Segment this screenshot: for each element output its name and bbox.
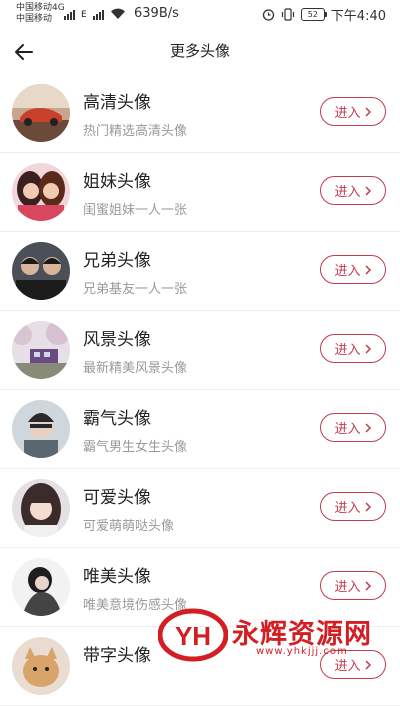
enter-button[interactable]: 进入 — [320, 176, 386, 205]
chevron-right-icon — [364, 264, 371, 275]
item-title: 可爱头像 — [83, 488, 151, 508]
signal-icon-2 — [92, 10, 104, 20]
list-item[interactable]: 高清头像 热门精选高清头像 进入 — [0, 74, 400, 153]
cool-avatar — [12, 400, 70, 458]
signal-group: E — [64, 6, 126, 20]
enter-button[interactable]: 进入 — [320, 97, 386, 126]
carrier-info: 中国移动4G 中国移动 — [16, 3, 65, 25]
svg-text:YH: YH — [175, 621, 211, 651]
carrier-1: 中国移动4G — [16, 3, 65, 13]
car-avatar — [12, 84, 70, 142]
page-title: 更多头像 — [169, 42, 230, 60]
sisters-avatar — [12, 163, 70, 221]
enter-button-label: 进入 — [334, 185, 361, 200]
list-item[interactable]: 霸气头像 霸气男生女生头像 进入 — [0, 390, 400, 469]
data-letter: E — [81, 10, 87, 20]
brothers-avatar — [12, 242, 70, 300]
item-title: 兄弟头像 — [83, 251, 151, 271]
wifi-icon — [110, 8, 125, 19]
chevron-right-icon — [364, 106, 371, 117]
scenery-avatar — [12, 321, 70, 379]
list-item[interactable]: 兄弟头像 兄弟基友一人一张 进入 — [0, 232, 400, 311]
enter-button-label: 进入 — [334, 343, 361, 358]
list-item[interactable]: 风景头像 最新精美风景头像 进入 — [0, 311, 400, 390]
item-title: 带字头像 — [83, 646, 151, 666]
item-subtitle: 可爱萌萌哒头像 — [83, 519, 175, 534]
chevron-right-icon — [364, 343, 371, 354]
chevron-right-icon — [364, 185, 371, 196]
item-title: 风景头像 — [83, 330, 151, 350]
enter-button[interactable]: 进入 — [320, 255, 386, 284]
enter-button-label: 进入 — [334, 264, 361, 279]
list-item[interactable]: 可爱头像 可爱萌萌哒头像 进入 — [0, 469, 400, 548]
chevron-right-icon — [364, 422, 371, 433]
carrier-2: 中国移动 — [16, 14, 53, 24]
item-subtitle: 霸气男生女生头像 — [83, 440, 188, 455]
aesthetic-avatar — [12, 558, 70, 616]
item-subtitle: 闺蜜姐妹一人一张 — [83, 203, 188, 218]
item-title: 霸气头像 — [83, 409, 151, 429]
enter-button-label: 进入 — [334, 106, 361, 121]
enter-button[interactable]: 进入 — [320, 334, 386, 363]
item-subtitle: 最新精美风景头像 — [83, 361, 188, 376]
enter-button[interactable]: 进入 — [320, 492, 386, 521]
list-item[interactable]: 姐妹头像 闺蜜姐妹一人一张 进入 — [0, 153, 400, 232]
enter-button-label: 进入 — [334, 580, 361, 595]
item-subtitle: 热门精选高清头像 — [83, 124, 188, 139]
signal-icon — [64, 10, 75, 20]
item-title: 唯美头像 — [83, 567, 151, 587]
battery-icon: 52 — [300, 8, 327, 21]
enter-button[interactable]: 进入 — [320, 571, 386, 600]
status-right: 52 下午4:40 — [262, 5, 386, 24]
status-bar: 中国移动4G 中国移动 E 639B/s 52 下午4:40 — [0, 0, 400, 30]
text-avatar — [12, 637, 70, 695]
item-title: 姐妹头像 — [83, 172, 151, 192]
net-speed: 639B/s — [134, 6, 179, 21]
chevron-right-icon — [364, 501, 371, 512]
enter-button-label: 进入 — [334, 422, 361, 437]
watermark: YH 永辉资源网 www.yhkjjj.com — [158, 608, 394, 664]
vibrate-icon — [281, 8, 294, 21]
enter-button-label: 进入 — [334, 501, 361, 516]
alarm-icon — [262, 9, 274, 21]
chevron-right-icon — [364, 580, 371, 591]
watermark-logo: YH — [158, 608, 228, 662]
enter-button[interactable]: 进入 — [320, 413, 386, 442]
item-title: 高清头像 — [83, 93, 151, 113]
clock: 下午4:40 — [330, 9, 386, 24]
top-nav-bar: 更多头像 — [0, 30, 400, 74]
watermark-url: www.yhkjjj.com — [256, 646, 348, 657]
item-subtitle: 兄弟基友一人一张 — [83, 282, 188, 297]
cute-avatar — [12, 479, 70, 537]
